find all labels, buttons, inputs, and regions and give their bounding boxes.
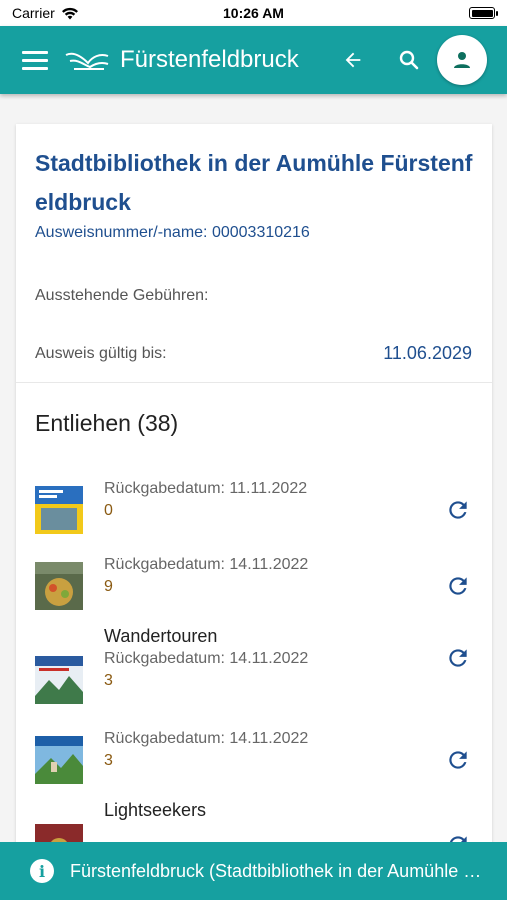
renew-icon[interactable] <box>445 497 471 523</box>
search-button[interactable] <box>389 40 429 80</box>
list-item[interactable]: Rückgabedatum: 11.11.2022 0 <box>16 464 492 534</box>
search-icon <box>399 50 419 70</box>
app-title: Fürstenfeldbruck <box>120 46 299 73</box>
loan-text: Rückgabedatum: 14.11.2022 9 <box>104 554 308 598</box>
loan-text: Rückgabedatum: 11.11.2022 0 <box>104 478 307 522</box>
valid-until-value: 11.06.2029 <box>383 343 472 363</box>
loan-text: Rückgabedatum: 14.11.2022 3 <box>104 728 308 772</box>
renew-icon[interactable] <box>445 747 471 773</box>
loan-text: Lightseekers <box>104 798 206 822</box>
return-date: Rückgabedatum: 14.11.2022 <box>104 730 309 747</box>
city-logo <box>65 52 109 70</box>
renewal-count: 9 <box>104 578 113 595</box>
renewal-count: 3 <box>104 752 113 769</box>
wifi-icon <box>61 7 78 19</box>
account-button[interactable] <box>437 35 487 85</box>
renew-icon[interactable] <box>445 573 471 599</box>
library-name: Stadtbibliothek in der Aumühle Fürstenfe… <box>35 150 473 215</box>
menu-button[interactable] <box>22 50 48 70</box>
app-bar: Fürstenfeldbruck <box>0 26 507 94</box>
menu-icon <box>22 50 48 54</box>
list-item[interactable]: Wandertouren Rückgabedatum: 14.11.2022 3 <box>16 624 492 704</box>
info-snackbar[interactable]: i Fürstenfeldbruck (Stadtbibliothek in d… <box>0 842 507 900</box>
book-cover <box>35 736 83 784</box>
book-cover <box>35 562 83 610</box>
back-button[interactable] <box>333 40 373 80</box>
account-card: Stadtbibliothek in der Aumühle Fürstenfe… <box>16 124 492 900</box>
book-cover <box>35 656 83 704</box>
divider <box>16 382 492 383</box>
list-item[interactable]: Rückgabedatum: 14.11.2022 3 <box>16 714 492 784</box>
carrier-label: Carrier <box>12 5 55 21</box>
person-icon <box>454 52 470 68</box>
book-cover <box>35 486 83 534</box>
loans-heading: Entliehen (38) <box>35 410 179 436</box>
status-bar: Carrier 10:26 AM <box>0 0 507 26</box>
status-left: Carrier <box>12 5 79 21</box>
renewal-count: 3 <box>104 672 113 689</box>
battery-icon <box>469 7 498 19</box>
info-icon: i <box>30 859 54 883</box>
loan-text: Wandertouren Rückgabedatum: 14.11.2022 3 <box>104 624 308 692</box>
snackbar-text: Fürstenfeldbruck (Stadtbibliothek in der… <box>70 860 490 881</box>
return-date: Rückgabedatum: 14.11.2022 <box>104 650 309 667</box>
fees-label: Ausstehende Gebühren: <box>35 287 209 304</box>
valid-label: Ausweis gültig bis: <box>35 345 167 362</box>
back-arrow-icon <box>345 52 361 68</box>
renew-icon[interactable] <box>445 645 471 671</box>
list-item[interactable]: Rückgabedatum: 14.11.2022 9 <box>16 540 492 610</box>
book-title: Wandertouren <box>104 626 218 646</box>
card-number: Ausweisnummer/-name: 00003310216 <box>35 224 310 241</box>
book-title: Lightseekers <box>104 800 207 820</box>
return-date: Rückgabedatum: 11.11.2022 <box>104 480 308 497</box>
renewal-count: 0 <box>104 502 113 519</box>
return-date: Rückgabedatum: 14.11.2022 <box>104 556 309 573</box>
